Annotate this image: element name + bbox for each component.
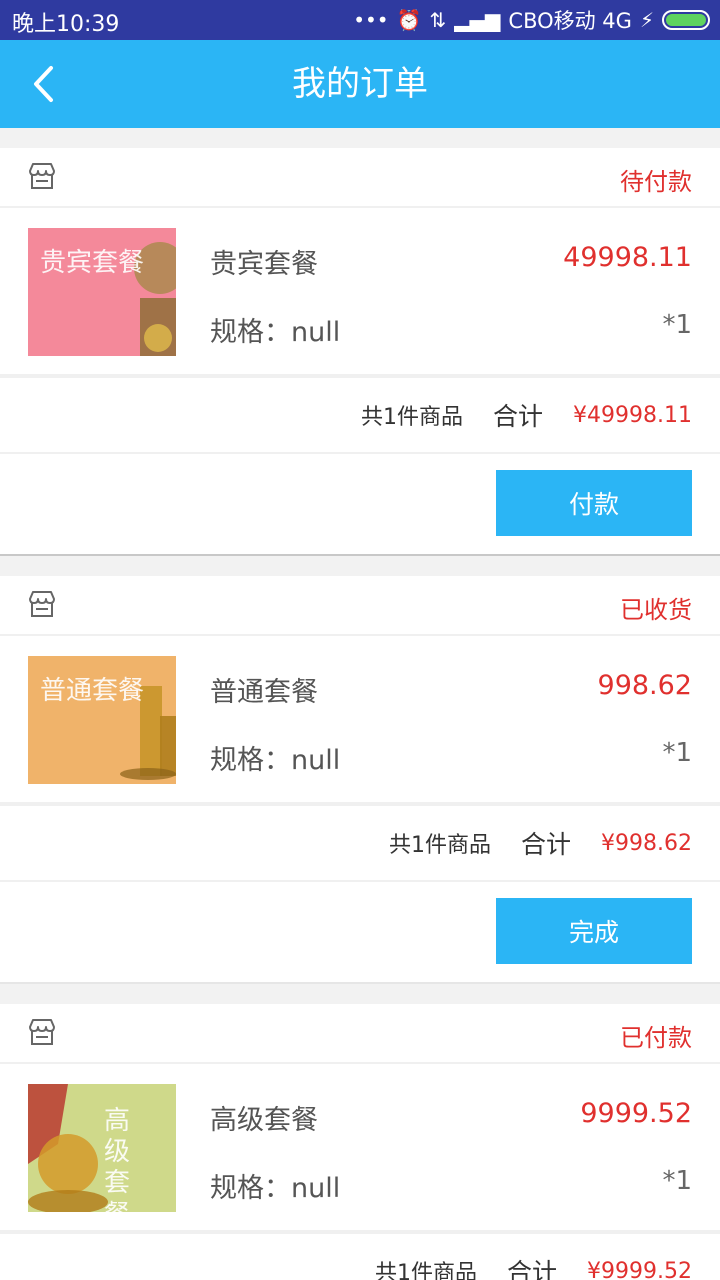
total-label: 合计 bbox=[507, 1258, 558, 1280]
order-summary: 共1件商品 合计 ¥49998.11 bbox=[0, 378, 720, 454]
order-actions: 付款 bbox=[0, 454, 720, 554]
charging-icon: ⚡ bbox=[639, 8, 654, 32]
product-thumbnail: 高级套餐 bbox=[28, 1084, 176, 1212]
thumbnail-text: 普通套餐 bbox=[40, 676, 145, 706]
thumbnail-illustration bbox=[28, 1084, 108, 1212]
chevron-left-icon bbox=[34, 66, 53, 102]
list-gap bbox=[0, 984, 720, 1004]
thumbnail-text: 贵宾套餐 bbox=[40, 248, 145, 278]
order-summary: 共1件商品 合计 ¥998.62 bbox=[0, 806, 720, 882]
total-label: 合计 bbox=[493, 402, 544, 431]
complete-button[interactable]: 完成 bbox=[496, 898, 692, 964]
product-thumbnail: 贵宾套餐 bbox=[28, 228, 176, 356]
item-count: 共1件商品 bbox=[375, 1261, 477, 1280]
product-name: 普通套餐 bbox=[210, 677, 318, 708]
order-status: 已付款 bbox=[620, 1024, 692, 1052]
carrier-label: CBO移动 4G bbox=[508, 9, 632, 33]
order-card[interactable]: 已付款 高级套餐 高级套餐 9999.52 规格：null *1 共1件商品 合… bbox=[0, 1004, 720, 1280]
order-status: 待付款 bbox=[620, 168, 692, 196]
pay-button[interactable]: 付款 bbox=[496, 470, 692, 536]
alarm-icon: ⏰ bbox=[396, 8, 422, 32]
product-name: 贵宾套餐 bbox=[210, 249, 318, 280]
order-actions: 完成 bbox=[0, 882, 720, 982]
product-spec: 规格：null bbox=[210, 745, 341, 776]
battery-fill bbox=[666, 14, 706, 26]
list-gap bbox=[0, 556, 720, 576]
total-label: 合计 bbox=[521, 830, 572, 859]
order-item[interactable]: 贵宾套餐 贵宾套餐 49998.11 规格：null *1 bbox=[0, 208, 720, 378]
product-price: 49998.11 bbox=[563, 242, 692, 273]
product-price: 9999.52 bbox=[580, 1098, 692, 1129]
thumbnail-text: 高级套餐 bbox=[104, 1106, 131, 1212]
item-count: 共1件商品 bbox=[389, 833, 491, 858]
status-icons: ••• ⏰ ⇅ ▂▄▆ CBO移动 4G ⚡ bbox=[353, 5, 710, 35]
order-header: 已付款 bbox=[0, 1004, 720, 1064]
product-quantity: *1 bbox=[662, 738, 692, 768]
order-summary: 共1件商品 合计 ¥9999.52 bbox=[0, 1234, 720, 1280]
store-icon bbox=[29, 1019, 55, 1045]
order-status: 已收货 bbox=[620, 596, 692, 624]
status-bar: 晚上10:39 ••• ⏰ ⇅ ▂▄▆ CBO移动 4G ⚡ bbox=[0, 0, 720, 40]
list-gap bbox=[0, 128, 720, 148]
status-time: 晚上10:39 bbox=[12, 12, 120, 37]
order-item[interactable]: 高级套餐 高级套餐 9999.52 规格：null *1 bbox=[0, 1064, 720, 1234]
total-amount: ¥49998.11 bbox=[573, 402, 692, 428]
product-spec: 规格：null bbox=[210, 317, 341, 348]
order-list[interactable]: 待付款 贵宾套餐 贵宾套餐 49998.11 规格：null *1 共1件商品 … bbox=[0, 128, 720, 1280]
order-header: 已收货 bbox=[0, 576, 720, 636]
store-icon bbox=[29, 163, 55, 189]
order-card[interactable]: 待付款 贵宾套餐 贵宾套餐 49998.11 规格：null *1 共1件商品 … bbox=[0, 148, 720, 554]
order-card[interactable]: 已收货 普通套餐 普通套餐 998.62 规格：null *1 共1件商品 合计… bbox=[0, 576, 720, 982]
product-quantity: *1 bbox=[662, 1166, 692, 1196]
product-name: 高级套餐 bbox=[210, 1105, 318, 1136]
product-quantity: *1 bbox=[662, 310, 692, 340]
total-amount: ¥998.62 bbox=[601, 830, 692, 856]
total-amount: ¥9999.52 bbox=[587, 1258, 692, 1280]
order-header: 待付款 bbox=[0, 148, 720, 208]
order-item[interactable]: 普通套餐 普通套餐 998.62 规格：null *1 bbox=[0, 636, 720, 806]
more-dots-icon: ••• bbox=[353, 8, 389, 32]
store-icon bbox=[29, 591, 55, 617]
page-title: 我的订单 bbox=[292, 64, 428, 104]
title-bar: 我的订单 bbox=[0, 40, 720, 128]
signal-icon: ▂▄▆ bbox=[454, 8, 501, 32]
product-thumbnail: 普通套餐 bbox=[28, 656, 176, 784]
battery-icon bbox=[662, 10, 710, 30]
product-price: 998.62 bbox=[597, 670, 692, 701]
product-spec: 规格：null bbox=[210, 1173, 341, 1204]
data-arrows-icon: ⇅ bbox=[429, 8, 447, 32]
back-button[interactable] bbox=[22, 62, 66, 106]
item-count: 共1件商品 bbox=[361, 405, 463, 430]
